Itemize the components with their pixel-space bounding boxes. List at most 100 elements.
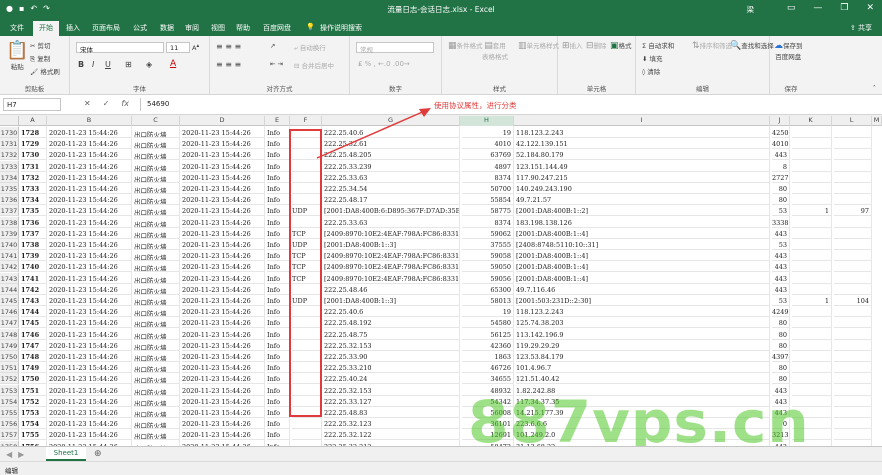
row-header[interactable]: 1733 — [0, 160, 19, 172]
column-header-e[interactable]: E — [265, 116, 290, 126]
autosum-button[interactable]: Σ 自动求和 — [642, 40, 674, 50]
cell-k[interactable] — [792, 250, 831, 262]
cell-d[interactable]: 2020-11-23 15:44:26 — [182, 317, 264, 329]
row-header[interactable]: 1738 — [0, 216, 19, 228]
cell-e[interactable]: Info — [267, 217, 289, 228]
tab-baidu-pan[interactable]: 百度网盘 — [263, 23, 291, 33]
cell-k[interactable]: 1 — [792, 295, 831, 306]
cell-l[interactable]: 104 — [834, 295, 871, 306]
bold-button[interactable]: B — [78, 60, 84, 69]
cell-j[interactable]: 80 — [772, 329, 789, 340]
cell-a[interactable]: 1741 — [21, 273, 46, 284]
insert-cells-button[interactable]: ⊞插入 — [562, 40, 583, 51]
cell-l[interactable] — [834, 127, 871, 138]
cell-b[interactable]: 2020-11-23 15:44:26 — [49, 306, 131, 318]
cell-i[interactable]: 49.7.21.57 — [516, 194, 769, 206]
row-header[interactable]: 1752 — [0, 373, 19, 385]
cell-d[interactable]: 2020-11-23 15:44:26 — [182, 396, 264, 407]
prev-sheet-icon[interactable]: ◀ — [6, 450, 12, 459]
cell-a[interactable]: 1746 — [21, 329, 46, 340]
cell-g[interactable]: 222.25.33.90 — [324, 351, 459, 362]
row-header[interactable]: 1749 — [0, 339, 19, 351]
cell-g[interactable]: 222.25.48.83 — [324, 407, 459, 418]
format-painter-button[interactable]: 🖌 格式刷 — [30, 66, 60, 76]
cell-h[interactable]: 65300 — [462, 284, 513, 295]
cell-b[interactable]: 2020-11-23 15:44:26 — [49, 373, 131, 385]
cell-k[interactable] — [792, 127, 831, 138]
number-format-select[interactable]: 常规 — [356, 42, 434, 54]
cell-e[interactable]: Info — [267, 183, 289, 194]
cell-g[interactable]: 222.25.32.123 — [324, 418, 459, 430]
cell-d[interactable]: 2020-11-23 15:44:26 — [182, 418, 264, 430]
cell-b[interactable]: 2020-11-23 15:44:26 — [49, 362, 131, 374]
paste-button[interactable]: 📋 粘贴 — [6, 40, 28, 71]
cell-d[interactable]: 2020-11-23 15:44:26 — [182, 161, 264, 172]
cell-a[interactable]: 1742 — [21, 284, 46, 295]
cell-c[interactable]: 出口防火墙 — [134, 161, 179, 172]
cell-l[interactable] — [834, 250, 871, 262]
row-header[interactable]: 1746 — [0, 306, 19, 318]
cell-b[interactable]: 2020-11-23 15:44:26 — [49, 194, 131, 206]
cell-e[interactable]: Info — [267, 373, 289, 385]
cell-c[interactable]: 出口防火墙 — [134, 418, 179, 430]
cell-e[interactable]: Info — [267, 362, 289, 374]
cell-k[interactable] — [792, 317, 831, 329]
cell-b[interactable]: 2020-11-23 15:44:26 — [49, 217, 131, 228]
cell-e[interactable]: Info — [267, 340, 289, 351]
cell-a[interactable]: 1747 — [21, 340, 46, 351]
cell-h[interactable]: 63769 — [462, 149, 513, 161]
delete-cells-button[interactable]: ⊟删除 — [586, 40, 607, 51]
cell-e[interactable]: Info — [267, 138, 289, 150]
cell-l[interactable] — [834, 183, 871, 194]
cell-a[interactable]: 1728 — [21, 127, 46, 138]
cell-a[interactable]: 1729 — [21, 138, 46, 150]
cell-l[interactable] — [834, 306, 871, 318]
cell-d[interactable]: 2020-11-23 15:44:26 — [182, 217, 264, 228]
cell-g[interactable]: 222.25.34.54 — [324, 183, 459, 194]
row-header[interactable]: 1756 — [0, 418, 19, 430]
cell-c[interactable]: 出口防火墙 — [134, 385, 179, 396]
cell-i[interactable]: [2001:DA8:400B:1::4] — [516, 250, 769, 262]
cell-c[interactable]: 出口防火墙 — [134, 396, 179, 407]
cell-l[interactable] — [834, 351, 871, 362]
cell-e[interactable]: Info — [267, 228, 289, 239]
row-header[interactable]: 1735 — [0, 183, 19, 194]
border-icon[interactable]: ⊞ — [125, 60, 132, 69]
italic-button[interactable]: I — [92, 60, 94, 69]
cell-g[interactable]: [2001:DA8:400B:1::3] — [324, 239, 459, 250]
column-header-k[interactable]: K — [790, 116, 832, 126]
sort-filter-button[interactable]: ⇅排序和筛选 — [692, 40, 732, 51]
cell-l[interactable] — [834, 385, 871, 396]
ribbon-options-icon[interactable]: ▭ — [787, 3, 796, 13]
row-header[interactable]: 1737 — [0, 205, 19, 217]
cell-g[interactable]: 222.25.32.122 — [324, 429, 459, 441]
cell-k[interactable] — [792, 373, 831, 385]
cell-d[interactable]: 2020-11-23 15:44:26 — [182, 172, 264, 183]
name-box[interactable]: H7 — [3, 98, 61, 111]
cell-j[interactable]: 42501 — [772, 127, 789, 138]
cell-e[interactable]: Info — [267, 127, 289, 138]
cell-e[interactable]: Info — [267, 194, 289, 206]
cell-j[interactable]: 443 — [772, 273, 789, 284]
font-name-select[interactable]: 宋体 — [76, 42, 164, 54]
cell-c[interactable]: 出口防火墙 — [134, 250, 179, 262]
cell-g[interactable]: 222.25.32.153 — [324, 385, 459, 396]
cell-c[interactable]: 出口防火墙 — [134, 317, 179, 329]
cell-i[interactable]: [2001:DA8:400B:1::4] — [516, 273, 769, 284]
cell-j[interactable]: 443 — [772, 284, 789, 295]
cell-j[interactable]: 53 — [772, 295, 789, 306]
cell-g[interactable]: 222.25.48.17 — [324, 194, 459, 206]
column-header-b[interactable]: B — [47, 116, 132, 126]
cell-b[interactable]: 2020-11-23 15:44:26 — [49, 127, 131, 138]
cell-a[interactable]: 1750 — [21, 373, 46, 385]
clear-button[interactable]: ◊ 清除 — [642, 66, 660, 76]
tab-page-layout[interactable]: 页面布局 — [92, 23, 120, 33]
cell-i[interactable]: 118.123.2.243 — [516, 127, 769, 138]
cell-g[interactable]: [2409:8970:10E2:4EAF:798A:FC86:8331:3F3C… — [324, 273, 459, 284]
row-header[interactable]: 1740 — [0, 239, 19, 250]
cell-e[interactable]: Info — [267, 418, 289, 430]
cell-h[interactable]: 58775 — [462, 205, 513, 217]
cell-a[interactable]: 1751 — [21, 385, 46, 396]
cell-c[interactable]: 出口防火墙 — [134, 340, 179, 351]
cell-i[interactable]: [2408:8748:5110:10::31] — [516, 239, 769, 250]
